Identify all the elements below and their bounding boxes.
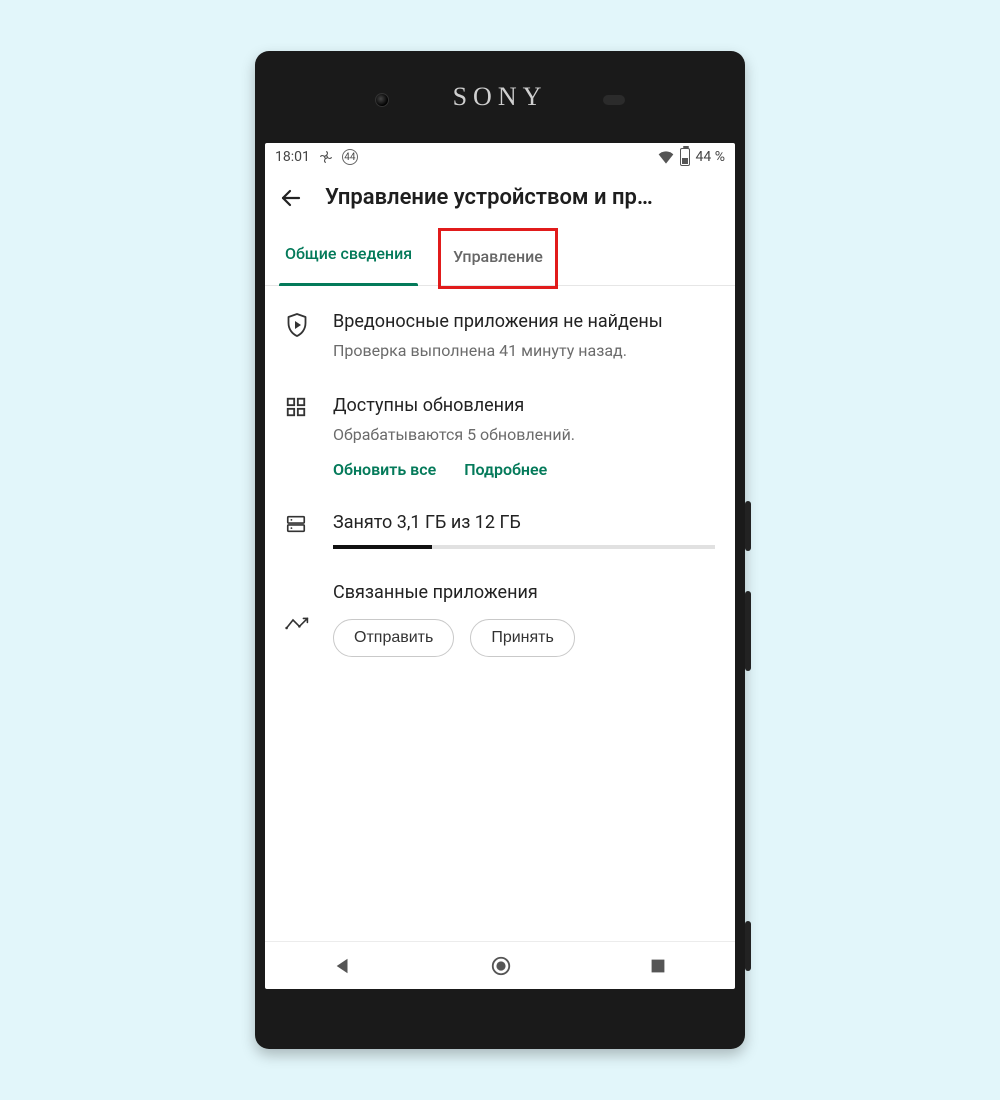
status-bar: 18:01 44 44 % [265, 143, 735, 171]
linked-apps-title: Связанные приложения [333, 581, 715, 605]
front-camera [375, 93, 389, 107]
notification-badge: 44 [342, 149, 358, 165]
shield-play-icon [285, 310, 311, 362]
device-brand: SONY [453, 82, 548, 112]
hw-button [745, 501, 751, 551]
section-linked-apps: Связанные приложения Отправить Принять [285, 581, 715, 657]
hw-button [745, 921, 751, 971]
battery-text: 44 % [696, 149, 725, 165]
android-navbar [265, 941, 735, 989]
nav-recent-button[interactable] [650, 958, 666, 974]
content: Вредоносные приложения не найдены Провер… [265, 286, 735, 941]
sensor [603, 95, 625, 105]
page-title: Управление устройством и пр… [325, 185, 721, 210]
updates-title: Доступны обновления [333, 394, 715, 418]
wifi-icon [658, 150, 674, 164]
screen: 18:01 44 44 % [265, 143, 735, 989]
apps-icon [285, 394, 311, 479]
fan-icon [318, 149, 334, 165]
updates-subtitle: Обрабатываются 5 обновлений. [333, 424, 715, 446]
send-button[interactable]: Отправить [333, 619, 454, 657]
bezel-bottom [255, 989, 745, 1049]
back-button[interactable] [279, 186, 303, 210]
bezel-top: SONY [255, 51, 745, 143]
phone-frame: SONY 18:01 44 44 % [255, 51, 745, 1049]
tab-overview[interactable]: Общие сведения [283, 234, 414, 285]
section-protect[interactable]: Вредоносные приложения не найдены Провер… [285, 310, 715, 362]
section-storage[interactable]: Занято 3,1 ГБ из 12 ГБ [285, 511, 715, 549]
app-header: Управление устройством и пр… [265, 171, 735, 216]
protect-subtitle: Проверка выполнена 41 минуту назад. [333, 340, 715, 362]
storage-icon [285, 511, 311, 549]
section-updates[interactable]: Доступны обновления Обрабатываются 5 обн… [285, 394, 715, 479]
nav-home-button[interactable] [490, 955, 512, 977]
battery-icon [680, 148, 690, 166]
storage-progress-fill [333, 545, 432, 549]
updates-details-link[interactable]: Подробнее [464, 460, 547, 479]
update-all-link[interactable]: Обновить все [333, 460, 436, 479]
storage-progress [333, 545, 715, 549]
storage-text: Занято 3,1 ГБ из 12 ГБ [333, 511, 715, 535]
tabs: Общие сведения Управление [265, 216, 735, 286]
tab-manage[interactable]: Управление [451, 237, 545, 276]
status-time: 18:01 [275, 149, 310, 165]
share-icon [285, 581, 311, 657]
nav-back-button[interactable] [334, 957, 352, 975]
receive-button[interactable]: Принять [470, 619, 575, 657]
callout-highlight: Управление [438, 228, 558, 289]
protect-title: Вредоносные приложения не найдены [333, 310, 715, 334]
hw-button [745, 591, 751, 671]
